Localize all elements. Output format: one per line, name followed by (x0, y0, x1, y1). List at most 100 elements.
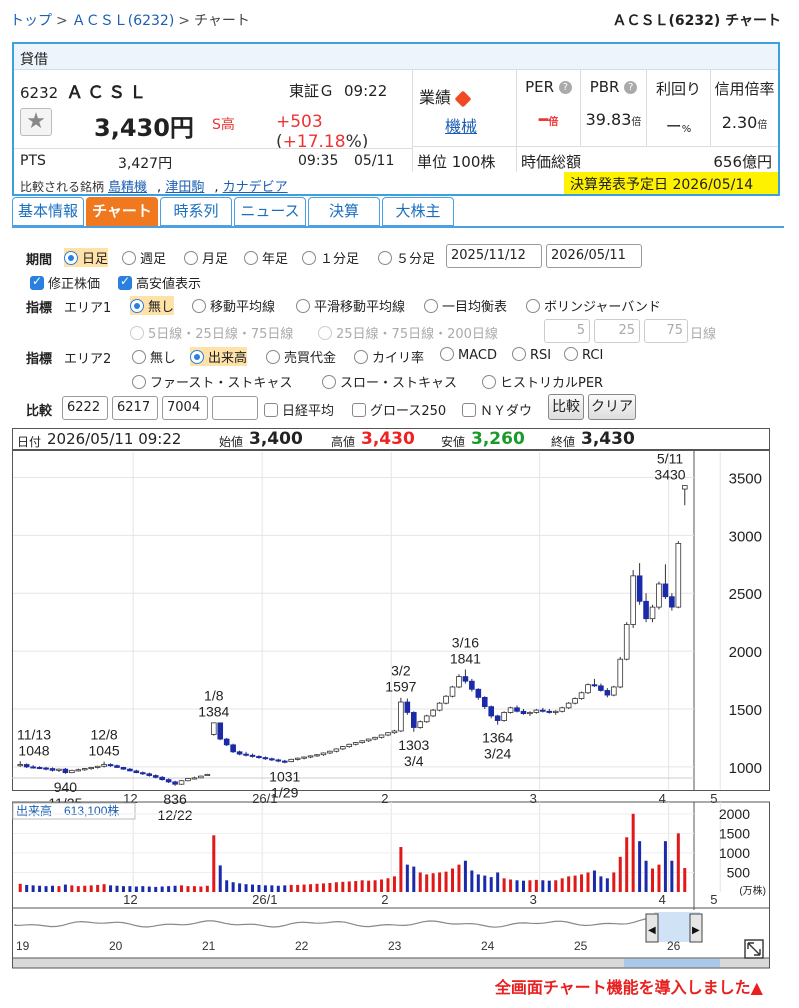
area2-deviation-radio[interactable]: カイリ率 (354, 347, 424, 366)
volume-bar (373, 880, 377, 892)
candle-body (656, 583, 662, 608)
area2-none-radio[interactable]: 無し (132, 347, 176, 366)
area1-bollinger-radio[interactable]: ボリンジャーバンド (526, 296, 661, 315)
candle-body (604, 690, 611, 696)
candle-body (546, 710, 553, 713)
candle-body (520, 710, 527, 715)
area2-turnover-radio[interactable]: 売買代金 (266, 347, 336, 366)
annotation-date: 5/11 (657, 451, 683, 467)
compare-code-input[interactable]: 6222 (62, 396, 108, 420)
volume-bar (489, 877, 493, 892)
candle-body (598, 685, 604, 691)
candle-body (288, 758, 295, 763)
area2-rci-radio[interactable]: RCI (564, 347, 603, 363)
ma-input-3[interactable]: 75 (644, 319, 688, 343)
quote-header: 貸借 (14, 44, 778, 70)
annotation-value: 1364 (482, 730, 513, 746)
volume-bar (554, 880, 558, 892)
candle-body (649, 606, 656, 620)
sector-link[interactable]: 機械 (445, 113, 477, 137)
ma-option-1-radio[interactable]: 5日線・25日線・75日線 (130, 323, 293, 342)
area2-historical-per-radio[interactable]: ヒストリカルPER (482, 372, 603, 391)
ma-input-1[interactable]: 5 (544, 319, 590, 343)
period-1min-radio[interactable]: １分足 (302, 248, 359, 267)
quote-sector: 業績 機械 単位 100株 (412, 70, 517, 172)
volume-bar (186, 886, 190, 892)
date-from-input[interactable]: 2025/11/12 (446, 244, 542, 268)
compare-stock-link[interactable]: カナデビア (223, 180, 288, 195)
favorite-star-icon[interactable]: ★ (20, 108, 52, 136)
area1-ichimoku-radio[interactable]: 一目均衡表 (424, 296, 507, 315)
stock-code: 6232 (20, 84, 59, 102)
period-weekly-radio[interactable]: 週足 (122, 248, 166, 267)
candle-body (23, 764, 30, 768)
candle-body (443, 695, 449, 704)
candle-body (172, 781, 178, 785)
volume-bar (567, 876, 571, 892)
tab-basic-info[interactable]: 基本情報 (12, 197, 84, 226)
volume-bar (276, 885, 280, 892)
help-icon[interactable]: ? (624, 81, 638, 94)
volume-bar (121, 886, 125, 892)
candle-body (333, 748, 340, 752)
candle-body (385, 732, 391, 736)
area1-smooth-ma-radio[interactable]: 平滑移動平均線 (296, 296, 405, 315)
breadcrumb-company-link[interactable]: ＡＣＳＬ(6232) (72, 13, 175, 29)
tab-timeseries[interactable]: 時系列 (160, 197, 232, 226)
per-unit: 倍 (548, 117, 559, 128)
stock-chart[interactable]: 350030002500200015001000121226/126/12233… (12, 450, 772, 970)
compare-stock-link[interactable]: 島精機 (108, 180, 147, 195)
candle-body (217, 722, 224, 740)
volume-bar (76, 886, 80, 892)
growth250-checkbox[interactable]: グロース250 (352, 400, 446, 419)
candle-body (152, 775, 159, 778)
compare-code-input[interactable]: 6217 (112, 396, 158, 420)
volume-bar (534, 879, 538, 892)
volume-bar (599, 876, 603, 892)
tab-news[interactable]: ニュース (234, 197, 306, 226)
compare-stock-link[interactable]: 津田駒 (165, 180, 204, 195)
nydow-checkbox[interactable]: ＮＹダウ (462, 400, 532, 419)
breadcrumb-top-link[interactable]: トップ (10, 13, 52, 29)
compare-button[interactable]: 比較 (548, 394, 584, 420)
compare-code-input[interactable] (212, 396, 258, 420)
fullscreen-notice[interactable]: 全画面チャート機能を導入しました▲ (495, 974, 763, 998)
adjusted-price-checkbox[interactable]: 修正株価 (30, 273, 100, 292)
candle-body (75, 769, 82, 772)
compare-code-input[interactable]: 7004 (162, 396, 208, 420)
volume-bar (631, 813, 635, 892)
ma-option-2-radio[interactable]: 25日線・75日線・200日線 (318, 323, 498, 342)
candle-body (94, 765, 101, 768)
tab-shareholders[interactable]: 大株主 (382, 197, 454, 226)
candle-body (591, 684, 598, 687)
help-icon[interactable]: ? (558, 81, 572, 94)
breadcrumb-current: チャート (194, 13, 250, 29)
area2-slow-stoch-radio[interactable]: スロー・ストキャス (322, 372, 457, 391)
period-daily-radio[interactable]: 日足 (64, 248, 109, 267)
volume-bar (483, 875, 487, 892)
yield-value: ー (665, 117, 682, 136)
volume-bar (238, 883, 242, 892)
period-yearly-radio[interactable]: 年足 (244, 248, 288, 267)
period-monthly-radio[interactable]: 月足 (184, 248, 228, 267)
area2-macd-radio[interactable]: MACD (440, 347, 497, 363)
area1-none-radio[interactable]: 無し (130, 296, 175, 315)
high-low-checkbox[interactable]: 高安値表示 (118, 273, 201, 292)
area2-volume-radio[interactable]: 出来高 (190, 347, 248, 366)
area2-fast-stoch-radio[interactable]: ファースト・ストキャス (132, 372, 292, 391)
area1-label: エリア1 (64, 301, 112, 316)
tab-chart[interactable]: チャート (86, 197, 158, 226)
volume-bar (451, 868, 455, 892)
performance-link[interactable]: 業績 (419, 84, 472, 108)
navigator-label: 24 (481, 939, 495, 953)
area1-ma-radio[interactable]: 移動平均線 (192, 296, 275, 315)
tab-earnings[interactable]: 決算 (308, 197, 380, 226)
candle-body (449, 686, 456, 697)
date-to-input[interactable]: 2026/05/11 (546, 244, 642, 268)
nikkei-checkbox[interactable]: 日経平均 (264, 400, 334, 419)
period-5min-radio[interactable]: ５分足 (378, 248, 435, 267)
month-label: 4 (659, 791, 666, 806)
ma-input-2[interactable]: 25 (594, 319, 640, 343)
area2-rsi-radio[interactable]: RSI (512, 347, 551, 363)
clear-button[interactable]: クリア (588, 394, 636, 420)
